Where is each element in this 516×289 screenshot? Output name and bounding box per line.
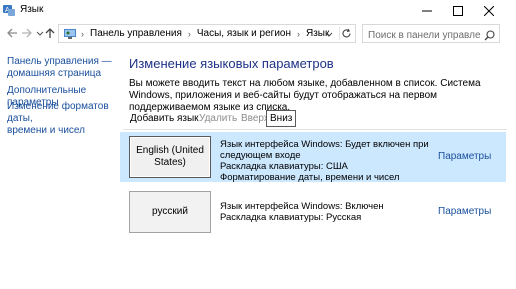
language-row-english[interactable]: English (United States) Язык интерфейса … [120,132,506,183]
sidebar-item-control-panel-home[interactable]: Панель управления — домашняя страница [7,56,119,80]
language-detail-line: Язык интерфейса Windows: Включен [220,201,384,212]
search-box[interactable] [362,24,500,46]
up-arrow-icon[interactable] [43,26,57,40]
page-title: Изменение языковых параметров [129,56,334,71]
refresh-icon[interactable] [339,27,352,40]
address-dropdown-chevron-icon[interactable] [323,27,335,40]
search-icon[interactable] [484,28,495,46]
breadcrumb-separator-icon[interactable]: › [188,29,191,39]
language-detail-line: Раскладка клавиатуры: Русская [220,212,362,223]
breadcrumb-separator-icon[interactable]: › [297,29,300,39]
breadcrumb-clock-language-region[interactable]: Часы, язык и регион [197,28,291,39]
language-toolbar: Добавить язык Удалить Вверх Вниз [123,110,513,130]
minimize-button[interactable] [412,0,442,22]
breadcrumb: › Панель управления › Часы, язык и регио… [81,28,329,39]
move-down-button[interactable]: Вниз [266,110,297,127]
breadcrumb-separator-icon: › [81,28,84,39]
back-arrow-icon[interactable] [5,26,19,40]
control-panel-icon [63,27,77,45]
language-row-russian[interactable]: русский Язык интерфейса Windows: Включен… [120,187,506,237]
maximize-button[interactable] [443,0,473,22]
navigation-bar: › Панель управления › Часы, язык и регио… [0,22,516,46]
language-app-icon: A [2,3,16,17]
language-detail-line: Язык интерфейса Windows: Будет включен п… [220,139,429,161]
remove-button[interactable]: Удалить [195,110,241,127]
close-button[interactable] [474,0,504,22]
language-tile[interactable]: русский [129,191,211,233]
language-detail-line: Раскладка клавиатуры: США [220,161,348,172]
language-detail-line: Форматирование даты, времени и чисел [220,172,400,183]
language-tile[interactable]: English (United States) [129,136,211,178]
language-options-link[interactable]: Параметры [438,206,491,217]
title-bar: A Язык [0,0,516,22]
page-description: Вы можете вводить текст на любом языке, … [129,78,481,113]
address-bar[interactable]: › Панель управления › Часы, язык и регио… [58,24,356,43]
add-language-button[interactable]: Добавить язык [126,110,203,127]
sidebar-item-change-formats[interactable]: Изменение форматов даты, времени и чисел [7,101,119,137]
forward-arrow-icon[interactable] [20,26,34,40]
sidebar: Панель управления — домашняя страница До… [0,46,120,289]
breadcrumb-control-panel[interactable]: Панель управления [90,28,182,39]
search-input[interactable] [363,27,481,44]
language-details: Язык интерфейса Windows: Будет включен п… [220,139,430,183]
language-options-link[interactable]: Параметры [438,151,491,162]
language-details: Язык интерфейса Windows: Включен Расклад… [220,201,430,223]
main-content: Изменение языковых параметров Вы можете … [120,46,516,289]
window-title: Язык [20,4,44,15]
toolbar-divider [123,129,507,130]
